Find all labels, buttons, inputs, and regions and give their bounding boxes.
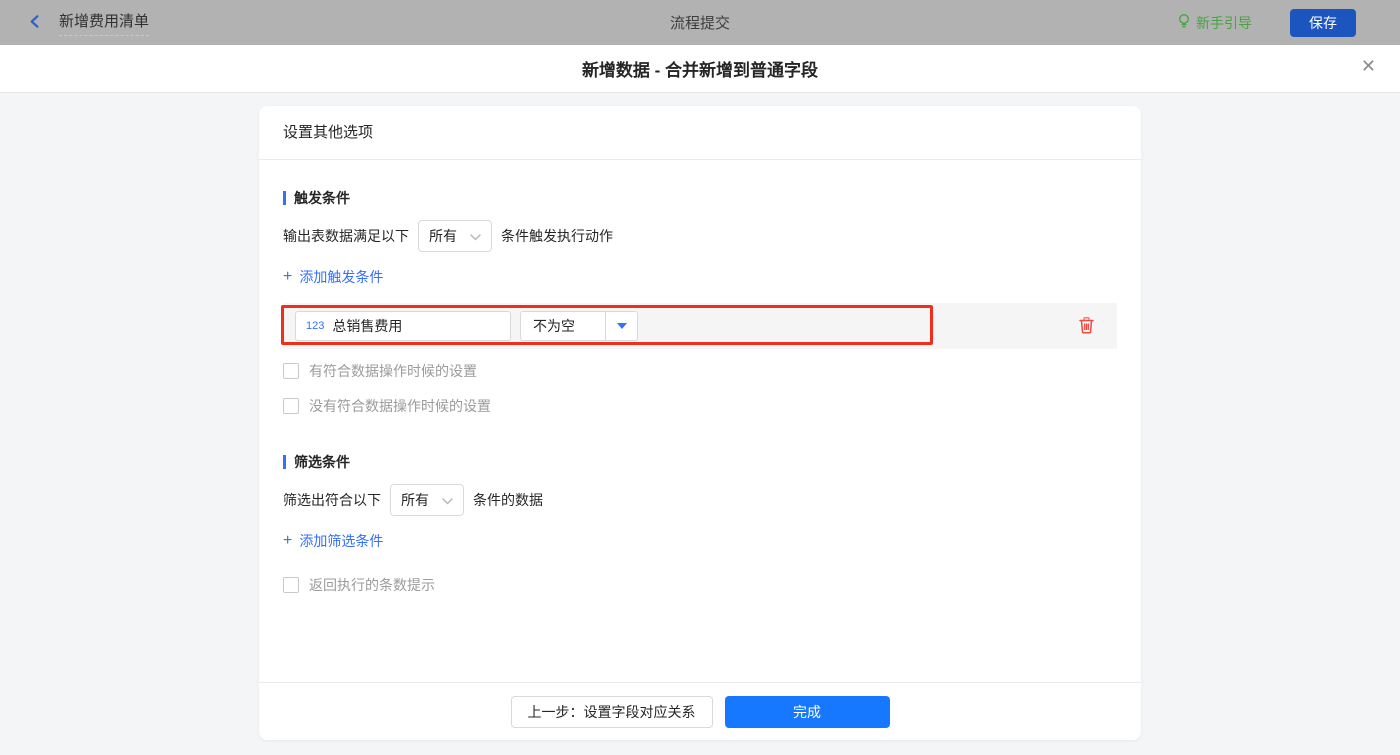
no-match-checkbox[interactable]	[283, 398, 299, 414]
filter-sentence: 筛选出符合以下 所有 条件的数据	[283, 484, 1117, 516]
delete-condition-button[interactable]	[1078, 316, 1095, 337]
lightbulb-icon	[1177, 13, 1191, 32]
trigger-section-label: 触发条件	[294, 188, 350, 208]
trigger-condition-row: 123 总销售费用 不为空	[283, 303, 1117, 349]
dialog-header: 新增数据 - 合并新增到普通字段 ✕	[0, 45, 1400, 93]
section-marker	[283, 455, 286, 469]
caret-down-icon	[606, 312, 637, 340]
chevron-left-icon	[28, 14, 43, 32]
panel-content: 触发条件 输出表数据满足以下 所有 条件触发执行动作 + 添加触发条件	[259, 160, 1141, 682]
has-match-setting-row: 有符合数据操作时候的设置	[283, 361, 1117, 381]
add-trigger-condition-label: 添加触发条件	[299, 267, 383, 287]
dialog-title: 新增数据 - 合并新增到普通字段	[582, 56, 818, 81]
chevron-down-icon	[470, 228, 481, 244]
options-panel: 设置其他选项 触发条件 输出表数据满足以下 所有 条件触发执行动作	[259, 106, 1141, 740]
trigger-section-title: 触发条件	[283, 188, 1117, 208]
plus-icon: +	[283, 533, 292, 549]
no-match-label: 没有符合数据操作时候的设置	[309, 396, 491, 416]
topbar: 新增费用清单 流程提交 新手引导 保存	[0, 0, 1400, 45]
filter-match-select[interactable]: 所有	[390, 484, 464, 516]
return-count-label: 返回执行的条数提示	[309, 575, 435, 595]
filter-section-title: 筛选条件	[283, 452, 1117, 472]
add-filter-condition-link[interactable]: + 添加筛选条件	[283, 531, 383, 551]
filter-section-label: 筛选条件	[294, 452, 350, 472]
condition-field-value: 总销售费用	[332, 316, 402, 336]
panel-footer: 上一步：设置字段对应关系 完成	[259, 682, 1141, 740]
trigger-match-select[interactable]: 所有	[418, 220, 492, 252]
save-button[interactable]: 保存	[1290, 9, 1356, 37]
trigger-match-value: 所有	[429, 226, 457, 246]
dialog-body: 设置其他选项 触发条件 输出表数据满足以下 所有 条件触发执行动作	[0, 93, 1400, 755]
filter-sentence-suffix: 条件的数据	[473, 490, 543, 510]
condition-operator-value: 不为空	[521, 312, 606, 340]
previous-step-button[interactable]: 上一步：设置字段对应关系	[511, 696, 713, 728]
has-match-checkbox[interactable]	[283, 363, 299, 379]
no-match-setting-row: 没有符合数据操作时候的设置	[283, 396, 1117, 416]
has-match-label: 有符合数据操作时候的设置	[309, 361, 477, 381]
done-button[interactable]: 完成	[725, 696, 890, 728]
trigger-sentence-prefix: 输出表数据满足以下	[283, 226, 409, 246]
beginner-guide-button[interactable]: 新手引导	[1177, 13, 1252, 33]
section-marker	[283, 191, 286, 205]
condition-field-select[interactable]: 123 总销售费用	[295, 311, 511, 341]
filter-sentence-prefix: 筛选出符合以下	[283, 490, 381, 510]
condition-operator-select[interactable]: 不为空	[520, 311, 638, 341]
panel-header: 设置其他选项	[259, 106, 1141, 160]
filter-match-value: 所有	[401, 490, 429, 510]
trigger-sentence-suffix: 条件触发执行动作	[501, 226, 613, 246]
trash-icon	[1078, 316, 1095, 337]
plus-icon: +	[283, 269, 292, 285]
back-button[interactable]	[28, 14, 43, 32]
chevron-down-icon	[442, 492, 453, 508]
close-icon[interactable]: ✕	[1361, 57, 1376, 75]
flow-name[interactable]: 新增费用清单	[59, 10, 149, 36]
return-count-checkbox[interactable]	[283, 577, 299, 593]
trigger-sentence: 输出表数据满足以下 所有 条件触发执行动作	[283, 220, 1117, 252]
filter-section: 筛选条件 筛选出符合以下 所有 条件的数据 +	[283, 452, 1117, 595]
return-count-row: 返回执行的条数提示	[283, 575, 1117, 595]
add-trigger-condition-link[interactable]: + 添加触发条件	[283, 267, 383, 287]
number-field-type-badge: 123	[306, 320, 324, 332]
guide-label: 新手引导	[1196, 13, 1252, 33]
add-filter-condition-label: 添加筛选条件	[299, 531, 383, 551]
